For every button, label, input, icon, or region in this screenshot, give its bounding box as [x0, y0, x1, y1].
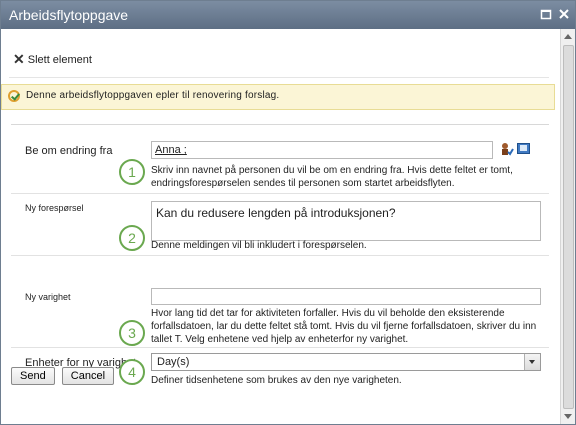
- callout-number-1: 1: [119, 159, 145, 185]
- delete-icon: ✕: [13, 51, 25, 67]
- vertical-scrollbar[interactable]: [560, 29, 575, 424]
- new-duration-input[interactable]: [151, 288, 541, 305]
- ribbon: ✕ Slett element: [9, 37, 549, 78]
- field-row-request-from: Be om endring fra Anna ; 1 Skriv inn nav…: [11, 125, 549, 194]
- form: Be om endring fra Anna ; 1 Skriv inn nav…: [11, 124, 549, 386]
- callout-number-4: 4: [119, 359, 145, 385]
- scroll-up-icon[interactable]: [564, 34, 572, 39]
- request-from-input[interactable]: Anna ;: [151, 141, 493, 159]
- delete-item-button[interactable]: ✕ Slett element: [13, 51, 92, 68]
- duration-units-select[interactable]: Day(s): [151, 353, 541, 371]
- field-description-new-duration: Hvor lang tid det tar for aktiviteten fo…: [151, 308, 537, 345]
- field-label-new-duration: Ny varighet: [25, 292, 71, 302]
- field-row-new-request: Ny forespørsel Kan du redusere lengden p…: [11, 193, 549, 256]
- field-row-new-duration: Ny varighet 3 Hvor lang tid det tar for …: [11, 255, 549, 348]
- callout-number-2: 2: [119, 225, 145, 251]
- new-request-value: Kan du redusere lengden på introduksjone…: [156, 206, 396, 220]
- dialog-title: Arbeidsflytoppgave: [9, 7, 129, 23]
- field-label-request-from: Be om endring fra: [25, 145, 113, 157]
- field-description-new-request: Denne meldingen vil bli inkludert i fore…: [151, 240, 367, 251]
- info-message: Denne arbeidsflytoppgaven epler til reno…: [26, 90, 280, 101]
- action-buttons: Send Cancel: [11, 367, 118, 385]
- chevron-down-icon[interactable]: [524, 354, 540, 370]
- dialog-content: ✕ Slett element Denne arbeidsflytoppgave…: [1, 29, 561, 424]
- close-icon[interactable]: [557, 8, 571, 22]
- cancel-button[interactable]: Cancel: [61, 367, 115, 385]
- field-label-new-request: Ny forespørsel: [25, 203, 84, 213]
- field-description-request-from: Skriv inn navnet på personen du vil be o…: [151, 165, 513, 189]
- scroll-thumb[interactable]: [563, 45, 574, 409]
- delete-item-label: Slett element: [27, 53, 92, 66]
- info-bar: Denne arbeidsflytoppgaven epler til reno…: [1, 84, 555, 110]
- new-request-textarea[interactable]: Kan du redusere lengden på introduksjone…: [151, 201, 541, 241]
- send-button[interactable]: Send: [11, 367, 55, 385]
- field-description-duration-units: Definer tidsenhetene som brukes av den n…: [151, 375, 402, 386]
- callout-number-3: 3: [119, 320, 145, 346]
- check-names-icon[interactable]: [500, 142, 514, 156]
- address-book-icon[interactable]: [517, 143, 530, 154]
- title-bar: Arbeidsflytoppgave: [1, 1, 575, 29]
- workflow-status-icon: [8, 90, 20, 102]
- maximize-icon[interactable]: [539, 8, 553, 22]
- scroll-down-icon[interactable]: [564, 414, 572, 419]
- request-from-value: Anna ;: [155, 144, 187, 156]
- duration-units-value: Day(s): [157, 356, 190, 368]
- workflow-task-dialog: Arbeidsflytoppgave ✕ Slett element Denne…: [0, 0, 576, 425]
